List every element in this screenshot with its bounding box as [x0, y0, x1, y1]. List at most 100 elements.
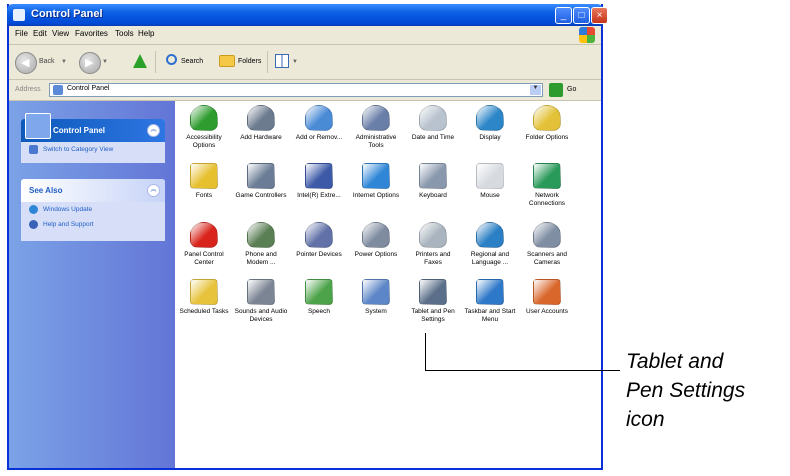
- tablet-pen-item[interactable]: Tablet and Pen Settings: [406, 279, 460, 323]
- go-button[interactable]: Go: [567, 86, 576, 93]
- add-hardware-item[interactable]: Add Hardware: [234, 105, 288, 142]
- window-title: Control Panel: [31, 8, 103, 20]
- mouse-item[interactable]: Mouse: [463, 163, 517, 200]
- panel-header[interactable]: See Also ︽: [21, 179, 165, 202]
- scanners-cameras-item[interactable]: Scanners and Cameras: [520, 222, 574, 266]
- forward-arrow-icon: ▶: [85, 57, 94, 69]
- keyboard-item[interactable]: Keyboard: [406, 163, 460, 200]
- internet-options-icon: [362, 163, 390, 189]
- collapse-icon[interactable]: ︽: [147, 124, 160, 137]
- user-accounts-item[interactable]: User Accounts: [520, 279, 574, 316]
- item-label: System: [365, 308, 387, 315]
- toolbar-separator: [155, 51, 156, 73]
- tablet-pen-icon: [419, 279, 447, 305]
- search-button[interactable]: Search: [181, 58, 203, 65]
- item-label: Pointer Devices: [296, 251, 342, 258]
- folder-options-item[interactable]: Folder Options: [520, 105, 574, 142]
- taskbar-start-menu-item[interactable]: Taskbar and Start Menu: [463, 279, 517, 323]
- item-label: User Accounts: [526, 308, 568, 315]
- views-icon[interactable]: [275, 54, 289, 68]
- item-label: Speech: [307, 308, 331, 315]
- speech-item[interactable]: Speech: [292, 279, 346, 316]
- fonts-item[interactable]: Fonts: [177, 163, 231, 200]
- network-connections-item[interactable]: Network Connections: [520, 163, 574, 207]
- item-label: Intel(R) Extre...: [297, 192, 341, 199]
- phone-modem-item[interactable]: Phone and Modem ...: [234, 222, 288, 266]
- item-label: Mouse: [480, 192, 500, 199]
- administrative-tools-icon: [362, 105, 390, 131]
- folder-options-icon: [533, 105, 561, 131]
- power-options-item[interactable]: Power Options: [349, 222, 403, 259]
- see-also-panel: See Also ︽ Windows Update Help and Suppo…: [21, 179, 165, 241]
- callout-leader-vertical: [425, 333, 426, 371]
- collapse-icon[interactable]: ︽: [147, 184, 160, 197]
- item-label: Add Hardware: [240, 134, 282, 141]
- accessibility-icon: [190, 105, 218, 131]
- back-arrow-icon: ◀: [21, 57, 30, 69]
- menu-edit[interactable]: Edit: [33, 29, 47, 38]
- item-label: Scheduled Tasks: [179, 308, 229, 315]
- forward-button[interactable]: ▶: [79, 52, 101, 74]
- fonts-icon: [190, 163, 218, 189]
- phone-modem-icon: [247, 222, 275, 248]
- regional-language-icon: [476, 222, 504, 248]
- internet-options-item[interactable]: Internet Options: [349, 163, 403, 200]
- add-remove-programs-item[interactable]: Add or Remov...: [292, 105, 346, 142]
- panel-header[interactable]: Control Panel ︽: [21, 113, 165, 142]
- accessibility-item[interactable]: Accessibility Options: [177, 105, 231, 149]
- address-label: Address: [15, 86, 41, 93]
- menu-tools[interactable]: Tools: [115, 29, 134, 38]
- menu-favorites[interactable]: Favorites: [75, 29, 108, 38]
- windows-logo-icon: [579, 27, 595, 43]
- sounds-audio-item[interactable]: Sounds and Audio Devices: [234, 279, 288, 323]
- keyboard-icon: [419, 163, 447, 189]
- menu-view[interactable]: View: [52, 29, 69, 38]
- views-dropdown-icon[interactable]: ▼: [292, 59, 298, 65]
- back-button[interactable]: ◀: [15, 52, 37, 74]
- panel-control-center-item[interactable]: Panel Control Center: [177, 222, 231, 266]
- control-panel-small-icon: [53, 85, 63, 95]
- printers-faxes-item[interactable]: Printers and Faxes: [406, 222, 460, 266]
- display-item[interactable]: Display: [463, 105, 517, 142]
- regional-language-item[interactable]: Regional and Language ...: [463, 222, 517, 266]
- item-label: Panel Control Center: [184, 251, 224, 266]
- link-label: Switch to Category View: [43, 146, 114, 153]
- address-bar: Address Control Panel ▼ Go: [9, 80, 601, 101]
- search-icon[interactable]: [166, 54, 177, 65]
- item-label: Internet Options: [352, 192, 400, 199]
- go-arrow-icon[interactable]: [549, 83, 563, 97]
- control-panel-window: Control Panel _ □ × File Edit View Favor…: [7, 4, 608, 470]
- link-label: Windows Update: [43, 206, 93, 213]
- intel-graphics-item[interactable]: Intel(R) Extre...: [292, 163, 346, 200]
- network-connections-icon: [533, 163, 561, 189]
- maximize-button[interactable]: □: [573, 7, 590, 24]
- scheduled-tasks-item[interactable]: Scheduled Tasks: [177, 279, 231, 316]
- add-hardware-icon: [247, 105, 275, 131]
- pointer-devices-item[interactable]: Pointer Devices: [292, 222, 346, 259]
- help-icon: [29, 220, 38, 229]
- item-label: Administrative Tools: [355, 134, 397, 149]
- up-folder-icon[interactable]: [133, 54, 147, 68]
- folders-button[interactable]: Folders: [238, 58, 261, 65]
- address-field[interactable]: Control Panel ▼: [49, 83, 543, 97]
- item-label: Game Controllers: [235, 192, 287, 199]
- task-pane: Control Panel ︽ Switch to Category View …: [9, 101, 175, 468]
- title-bar[interactable]: Control Panel _ □ ×: [7, 4, 608, 26]
- game-controllers-item[interactable]: Game Controllers: [234, 163, 288, 200]
- minimize-button[interactable]: _: [555, 7, 572, 24]
- folders-icon[interactable]: [219, 55, 235, 67]
- menu-help[interactable]: Help: [138, 29, 154, 38]
- date-time-item[interactable]: Date and Time: [406, 105, 460, 142]
- system-item[interactable]: System: [349, 279, 403, 316]
- menu-file[interactable]: File: [15, 29, 28, 38]
- forward-dropdown-icon[interactable]: ▼: [102, 59, 108, 65]
- administrative-tools-item[interactable]: Administrative Tools: [349, 105, 403, 149]
- close-button[interactable]: ×: [591, 7, 608, 24]
- windows-update-link[interactable]: Windows Update: [21, 202, 165, 217]
- address-dropdown-icon[interactable]: ▼: [530, 85, 541, 95]
- help-support-link[interactable]: Help and Support: [21, 217, 165, 232]
- windows-update-icon: [29, 205, 38, 214]
- item-label: Sounds and Audio Devices: [234, 308, 288, 323]
- back-dropdown-icon[interactable]: ▼: [61, 59, 67, 65]
- switch-category-view-link[interactable]: Switch to Category View: [21, 142, 165, 157]
